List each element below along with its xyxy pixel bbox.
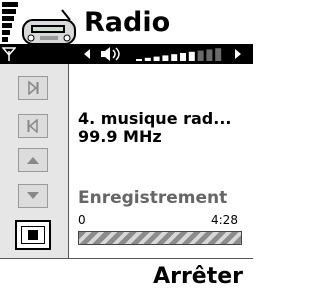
tune-up-button[interactable]	[18, 148, 48, 172]
volume-bar	[188, 51, 195, 61]
volume-bar	[136, 59, 142, 61]
softkey-divider	[0, 258, 253, 259]
volume-bar	[206, 49, 213, 61]
volume-bar	[215, 48, 222, 61]
recording-end-time: 4:28	[211, 213, 238, 227]
softkey-stop[interactable]: Arrêter	[153, 264, 243, 290]
arrow-down-icon	[27, 192, 39, 199]
app-title: Radio	[84, 7, 171, 38]
volume-level-meter	[136, 48, 222, 61]
antenna-icon	[2, 47, 16, 61]
volume-up-arrow-icon[interactable]	[235, 49, 241, 59]
stop-button[interactable]	[15, 220, 51, 250]
recording-label: Enregistrement	[78, 188, 228, 208]
recording-progress-bar	[78, 231, 242, 245]
stop-icon	[28, 230, 38, 240]
volume-down-arrow-icon[interactable]	[84, 49, 90, 59]
station-name: 4. musique rad...	[78, 109, 232, 128]
tune-down-button[interactable]	[18, 184, 48, 208]
volume-bar	[144, 57, 151, 61]
station-frequency: 99.9 MHz	[78, 127, 162, 146]
speaker-icon	[101, 47, 120, 61]
skip-previous-button[interactable]	[18, 114, 48, 138]
volume-bar	[162, 55, 169, 61]
recording-start-time: 0	[78, 213, 86, 227]
volume-bar	[153, 56, 160, 61]
signal-strength-bars	[2, 2, 18, 44]
stop-button-frame	[21, 226, 45, 244]
volume-bar	[171, 54, 178, 61]
status-strip	[0, 44, 253, 64]
volume-bar	[197, 50, 204, 61]
skip-next-button[interactable]	[18, 76, 48, 100]
volume-bar	[180, 53, 186, 61]
arrow-up-icon	[27, 157, 39, 164]
skip-next-icon	[28, 81, 39, 95]
radio-icon	[22, 9, 76, 45]
skip-previous-icon	[27, 119, 38, 133]
